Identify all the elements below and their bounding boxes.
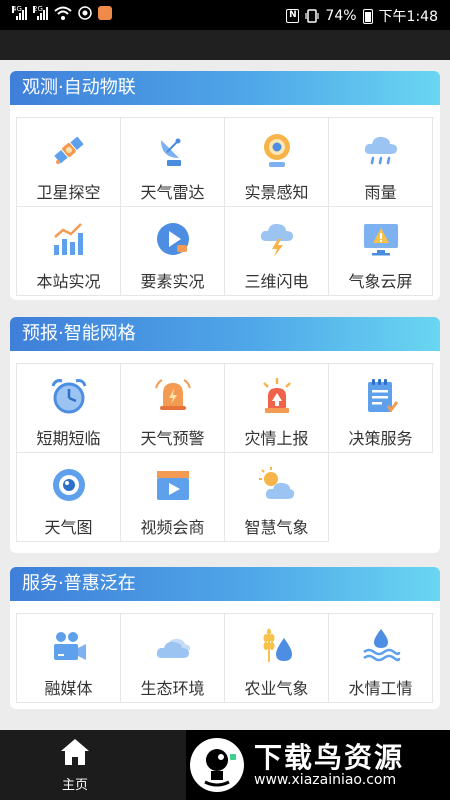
tile-label: 天气预警: [140, 429, 205, 448]
nfc-icon: N: [286, 9, 300, 23]
battery-icon: [362, 8, 373, 24]
nav-home[interactable]: 主页: [40, 736, 110, 796]
tile-weather-radar[interactable]: 天气雷达: [121, 118, 225, 207]
section-title: 预报·智能网格: [10, 317, 440, 351]
tile-station-live[interactable]: 本站实况: [17, 207, 121, 296]
tile-smart-weather[interactable]: 智慧气象: [225, 453, 329, 542]
wheat-drop-icon: [263, 628, 292, 662]
tile-label: 实景感知: [244, 183, 309, 202]
bird-logo-icon: [204, 749, 236, 787]
watermark-name: 下载鸟资源: [254, 741, 405, 774]
watermark-url: www.xiazainiao.com: [254, 772, 397, 788]
tile-eco-environment[interactable]: 生态环境: [121, 614, 225, 703]
siren-icon: [262, 378, 291, 413]
tile-3d-lightning[interactable]: 三维闪电: [225, 207, 329, 296]
section-title: 服务·普惠泛在: [10, 567, 440, 601]
rain-cloud-icon: [364, 136, 397, 165]
shield-status-icon: [78, 6, 92, 20]
feature-grid: 卫星探空 天气雷达 实景感知 雨量 本站实况 要素实况 三维闪电 气象云屏: [16, 117, 434, 296]
tile-weather-screen[interactable]: 气象云屏: [329, 207, 433, 296]
section-forecast: 预报·智能网格 短期短临 天气预警 灾情上报 决策服务 天气图 视频会商 智慧气…: [10, 317, 440, 553]
signal-2-label: 2G: [33, 5, 43, 13]
tile-label: 三维闪电: [244, 272, 309, 291]
warning-monitor-icon: [363, 224, 398, 256]
video-play-icon: [156, 223, 189, 255]
tile-label: 农业气象: [244, 679, 309, 698]
tile-label: 决策服务: [348, 429, 413, 448]
tile-element-live[interactable]: 要素实况: [121, 207, 225, 296]
video-clapper-icon: [156, 471, 189, 500]
tile-short-term[interactable]: 短期短临: [17, 364, 121, 453]
tile-agri-weather[interactable]: 农业气象: [225, 614, 329, 703]
tile-label: 要素实况: [140, 272, 205, 291]
tile-rainfall[interactable]: 雨量: [329, 118, 433, 207]
video-camera-icon: [53, 632, 86, 660]
tile-video-consult[interactable]: 视频会商: [121, 453, 225, 542]
tile-label: 融媒体: [44, 679, 93, 698]
feature-grid: 融媒体 生态环境 农业气象 水情工情: [16, 613, 434, 703]
battery-percent: 74%: [325, 8, 357, 24]
nav-home-label: 主页: [61, 778, 88, 793]
sun-cloud-icon: [258, 467, 294, 499]
radar-dish-icon: [160, 138, 181, 166]
site-watermark: 下载鸟资源 www.xiazainiao.com: [186, 730, 450, 800]
lightning-cloud-icon: [260, 223, 293, 257]
tile-water-conditions[interactable]: 水情工情: [329, 614, 433, 703]
section-observation: 观测·自动物联 卫星探空 天气雷达 实景感知 雨量 本站实况 要素实况 三维闪电…: [10, 71, 440, 300]
status-left: 4G 2G: [12, 6, 112, 20]
water-waves-icon: [362, 629, 400, 662]
tile-label: 灾情上报: [244, 429, 309, 448]
tile-label: 短期短临: [36, 429, 101, 448]
tile-label: 雨量: [364, 183, 397, 202]
webcam-icon: [263, 134, 290, 167]
tile-live-scene[interactable]: 实景感知: [225, 118, 329, 207]
vibrate-icon: [305, 9, 320, 23]
tile-label: 本站实况: [36, 272, 101, 291]
tile-label: 天气雷达: [140, 183, 205, 202]
feature-grid: 短期短临 天气预警 灾情上报 决策服务 天气图 视频会商 智慧气象: [16, 363, 434, 542]
section-title: 观测·自动物联: [10, 71, 440, 105]
tile-decision-service[interactable]: 决策服务: [329, 364, 433, 453]
tile-label: 生态环境: [140, 679, 205, 698]
watermark-logo: [190, 738, 244, 792]
tile-label: 智慧气象: [244, 518, 309, 537]
cellular-signal-1-icon: 4G: [12, 6, 27, 20]
tile-label: 卫星探空: [36, 183, 101, 202]
warning-bell-icon: [154, 379, 191, 410]
tile-weather-map[interactable]: 天气图: [17, 453, 121, 542]
tile-media[interactable]: 融媒体: [17, 614, 121, 703]
status-right: N 74% 下午1:48: [286, 6, 438, 26]
cloud-icon: [156, 638, 190, 658]
bar-chart-icon: [53, 223, 83, 255]
tile-label: 气象云屏: [348, 272, 413, 291]
tile-label: 视频会商: [140, 518, 205, 537]
signal-1-label: 4G: [12, 5, 22, 13]
cellular-signal-2-icon: 2G: [33, 6, 48, 20]
alarm-clock-icon: [51, 379, 86, 414]
satellite-icon: [53, 136, 84, 164]
tile-label: 水情工情: [348, 679, 413, 698]
tile-weather-warning[interactable]: 天气预警: [121, 364, 225, 453]
section-service: 服务·普惠泛在 融媒体 生态环境 农业气象 水情工情: [10, 567, 440, 709]
tile-disaster-report[interactable]: 灾情上报: [225, 364, 329, 453]
app-title-bar: [0, 30, 450, 60]
notepad-icon: [367, 379, 398, 413]
wifi-icon: [54, 6, 72, 20]
clock: 下午1:48: [378, 9, 438, 25]
tile-satellite-sounding[interactable]: 卫星探空: [17, 118, 121, 207]
eye-icon: [52, 469, 85, 501]
tile-label: 天气图: [44, 518, 93, 537]
app-notification-icon: [98, 6, 112, 20]
status-bar: 4G 2G N 74% 下午1:48: [0, 0, 450, 30]
home-icon: [61, 739, 89, 765]
